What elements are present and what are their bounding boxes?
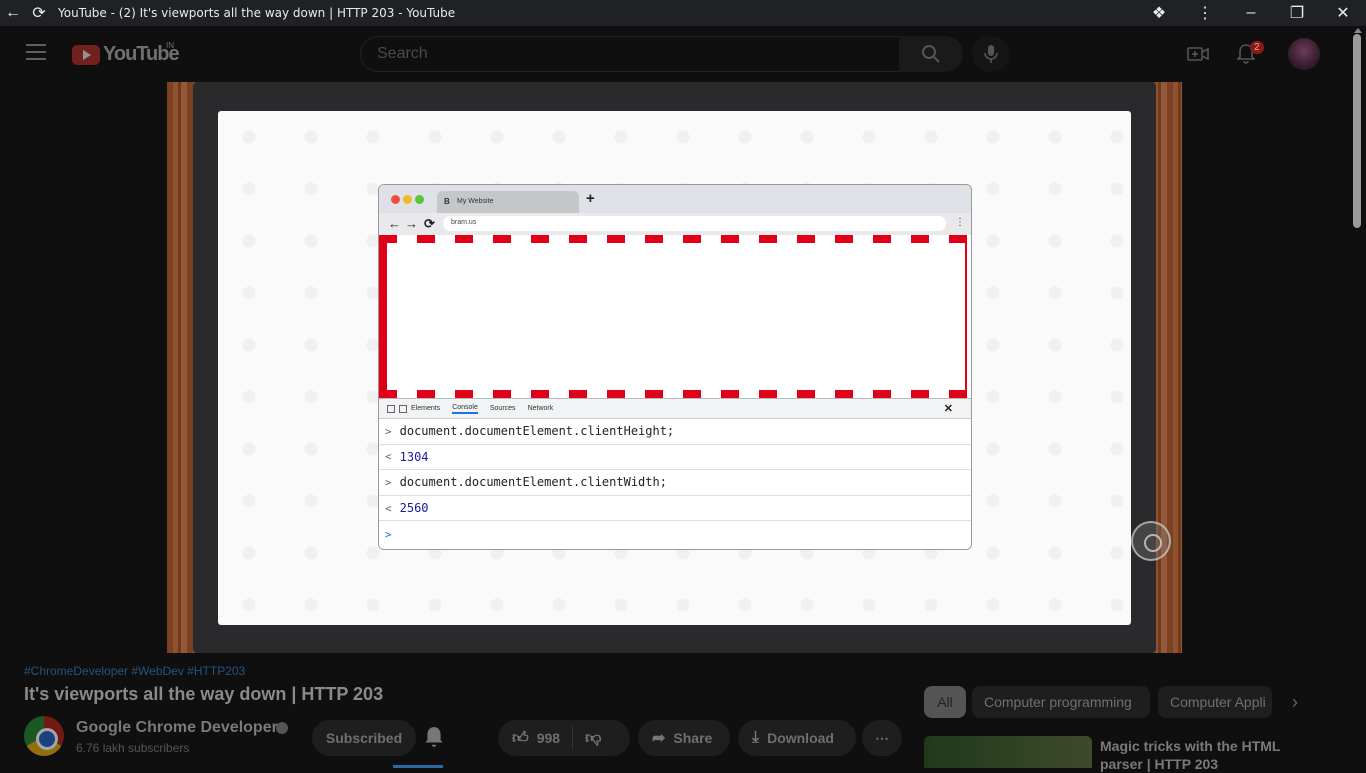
- console-row: < 2560: [379, 496, 971, 522]
- viewport-highlight: [379, 235, 971, 398]
- channel-name[interactable]: Google Chrome Developers: [76, 719, 287, 737]
- console-text: document.documentElement.clientHeight;: [399, 424, 675, 439]
- recommendation-thumbnail[interactable]: [924, 736, 1092, 768]
- share-button[interactable]: ➦ Share: [638, 720, 730, 756]
- inner-back-icon: ←: [388, 216, 401, 231]
- mic-icon: [984, 45, 998, 63]
- inner-browser-window: B My Website + ← → ⟳ bram.us ⋮ Elements …: [378, 184, 972, 550]
- subscriber-count: 6.76 lakh subscribers: [76, 741, 190, 755]
- subscribed-button[interactable]: Subscribed: [312, 720, 416, 756]
- menu-icon[interactable]: [26, 44, 46, 60]
- scroll-up-arrow-icon[interactable]: [1354, 28, 1362, 33]
- youtube-logo[interactable]: YouTube: [72, 43, 180, 66]
- close-dot-icon: [391, 195, 400, 204]
- window-title: YouTube - (2) It's viewports all the way…: [58, 6, 456, 20]
- download-icon: ⤓: [752, 729, 760, 746]
- console-text: document.documentElement.clientWidth;: [399, 475, 667, 490]
- device-toggle-icon: [399, 404, 407, 413]
- dislike-button-icon[interactable]: 👎︎: [585, 729, 601, 748]
- console-prefix: <: [385, 501, 392, 515]
- inner-tab-bar: B My Website +: [379, 185, 971, 213]
- restore-icon[interactable]: ❐: [1274, 0, 1320, 26]
- channel-avatar[interactable]: [24, 716, 64, 756]
- more-actions-button[interactable]: ⋯: [862, 720, 902, 756]
- minimize-dot-icon: [403, 195, 412, 204]
- download-button[interactable]: ⤓ Download: [738, 720, 856, 756]
- voice-search-button[interactable]: [972, 36, 1010, 72]
- maximize-dot-icon: [415, 195, 424, 204]
- devtools-close-icon: ✕: [943, 403, 953, 415]
- console-row: > document.documentElement.clientHeight;: [379, 419, 971, 445]
- video-slide: B My Website + ← → ⟳ bram.us ⋮ Elements …: [218, 111, 1131, 625]
- inner-url-bar: bram.us: [443, 216, 946, 231]
- inspect-icon: [387, 404, 395, 413]
- inner-reload-icon: ⟳: [424, 216, 435, 231]
- console-prefix: >: [385, 475, 392, 489]
- console-prefix: <: [385, 450, 392, 464]
- more-horiz-icon: ⋯: [875, 729, 889, 746]
- create-video-icon[interactable]: [1186, 42, 1210, 66]
- extensions-icon[interactable]: ❖: [1136, 0, 1182, 26]
- page-scrollbar[interactable]: [1350, 26, 1366, 768]
- inner-forward-icon: →: [405, 216, 418, 231]
- inner-toolbar: ← → ⟳ bram.us ⋮: [379, 213, 971, 235]
- console-row: > document.documentElement.clientWidth;: [379, 470, 971, 496]
- hashtags[interactable]: #ChromeDeveloper #WebDev #HTTP203: [24, 664, 245, 678]
- country-code: IN: [166, 41, 174, 50]
- console-prompt-row: >: [379, 521, 971, 547]
- minimize-icon[interactable]: –: [1228, 0, 1274, 26]
- scroll-thumb[interactable]: [1353, 34, 1361, 228]
- window-titlebar: ← ⟳ YouTube - (2) It's viewports all the…: [0, 0, 1366, 26]
- new-tab-icon: +: [586, 190, 595, 207]
- masthead: YouTube IN 2: [0, 26, 1350, 82]
- devtools-tab-console: Console: [452, 404, 478, 414]
- devtools-tab-elements: Elements: [411, 405, 441, 412]
- search-button[interactable]: [899, 36, 963, 72]
- share-label: Share: [673, 730, 713, 746]
- inner-tab: B My Website: [437, 191, 579, 213]
- back-icon[interactable]: ←: [0, 0, 26, 26]
- reload-icon[interactable]: ⟳: [26, 0, 52, 26]
- chip-all[interactable]: All: [924, 686, 966, 718]
- inner-url-text: bram.us: [451, 219, 477, 226]
- devtools-tab-network: Network: [527, 405, 554, 412]
- video-title: It's viewports all the way down | HTTP 2…: [24, 684, 384, 704]
- chip-computer-programming[interactable]: Computer programming: [972, 686, 1150, 718]
- devtools-panel: Elements Console Sources Network ✕ > doc…: [379, 398, 971, 549]
- verified-badge-icon: [276, 722, 288, 734]
- search-input[interactable]: [361, 37, 899, 71]
- inner-menu-icon: ⋮: [955, 217, 965, 228]
- like-count[interactable]: 998: [537, 730, 560, 746]
- like-dislike-group: 👍︎ 998 👎︎: [498, 720, 630, 756]
- like-separator: [572, 726, 574, 750]
- console-result: 1304: [399, 449, 429, 464]
- like-button-icon[interactable]: 👍︎: [512, 729, 529, 748]
- more-vert-icon[interactable]: ⋮: [1182, 0, 1228, 26]
- notification-badge: 2: [1250, 41, 1264, 54]
- video-player[interactable]: B My Website + ← → ⟳ bram.us ⋮ Elements …: [167, 82, 1182, 653]
- search-box: [360, 36, 900, 72]
- subscribed-label: Subscribed: [325, 730, 403, 746]
- devtools-tabs: Elements Console Sources Network ✕: [379, 399, 971, 419]
- subscription-bell-icon[interactable]: [424, 726, 444, 753]
- favicon-icon: B: [444, 197, 450, 206]
- download-label: Download: [767, 730, 834, 746]
- search-icon: [922, 45, 940, 63]
- account-avatar[interactable]: [1288, 38, 1320, 70]
- console-prefix: >: [385, 424, 392, 438]
- console-prompt: >: [385, 527, 392, 541]
- share-icon: ➦: [652, 730, 666, 747]
- console-result: 2560: [399, 501, 429, 516]
- chip-computer-applications[interactable]: Computer Appli: [1158, 686, 1272, 718]
- inner-tab-title: My Website: [457, 198, 494, 205]
- devtools-tab-sources: Sources: [489, 405, 516, 412]
- close-icon[interactable]: ✕: [1320, 0, 1366, 26]
- console-row: < 1304: [379, 445, 971, 471]
- chrome-watermark-icon: [1131, 521, 1171, 561]
- chips-next-icon[interactable]: ›: [1292, 692, 1298, 713]
- youtube-play-icon: [72, 44, 100, 65]
